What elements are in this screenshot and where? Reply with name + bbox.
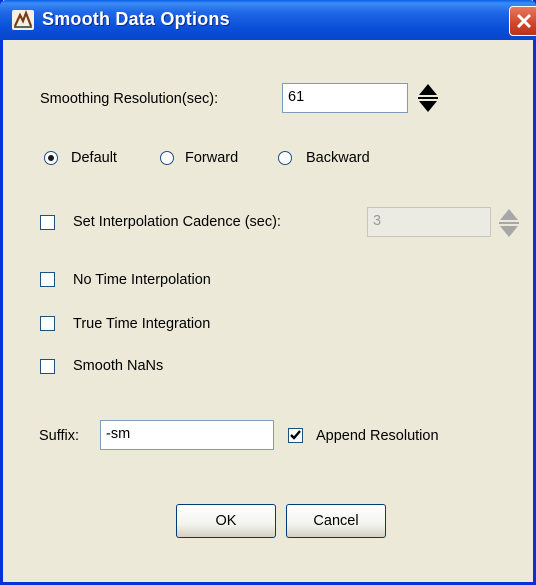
checkmark-icon [290,430,301,440]
interpolation-cadence-spinner[interactable] [497,205,521,241]
smoothing-resolution-input[interactable]: 61 [282,83,408,113]
radio-backward-label: Backward [306,150,370,166]
ok-button[interactable]: OK [176,504,276,538]
suffix-input[interactable]: -sm [100,420,274,450]
close-button[interactable] [509,6,536,36]
cancel-button[interactable]: Cancel [286,504,386,538]
title-bar[interactable]: Smooth Data Options [0,0,536,40]
interpolation-cadence-input[interactable]: 3 [367,207,491,237]
radio-forward[interactable] [160,151,174,165]
smoothing-resolution-spinner[interactable] [416,80,440,116]
append-resolution-checkbox[interactable] [288,428,303,443]
no-time-interpolation-label: No Time Interpolation [73,272,211,288]
smoothing-resolution-label: Smoothing Resolution(sec): [40,91,219,107]
interpolation-cadence-checkbox[interactable] [40,215,55,230]
smooth-nans-checkbox[interactable] [40,359,55,374]
spinner-arrows-icon [418,84,438,112]
true-time-integration-checkbox[interactable] [40,316,55,331]
append-resolution-label: Append Resolution [316,428,439,444]
radio-default-label: Default [71,150,117,166]
radio-default[interactable] [44,151,58,165]
suffix-label: Suffix: [39,428,80,444]
interpolation-cadence-label: Set Interpolation Cadence (sec): [73,214,281,230]
spinner-arrows-icon [499,209,519,237]
smooth-app-icon [12,9,34,30]
radio-forward-label: Forward [185,150,239,166]
smooth-data-options-dialog: Smooth Data Options Smoothing Resolution… [0,0,536,585]
no-time-interpolation-checkbox[interactable] [40,272,55,287]
window-title: Smooth Data Options [42,9,230,29]
radio-backward[interactable] [278,151,292,165]
radio-selected-dot [48,155,54,161]
true-time-integration-label: True Time Integration [73,316,211,332]
smooth-nans-label: Smooth NaNs [73,358,164,374]
close-icon [516,13,532,29]
